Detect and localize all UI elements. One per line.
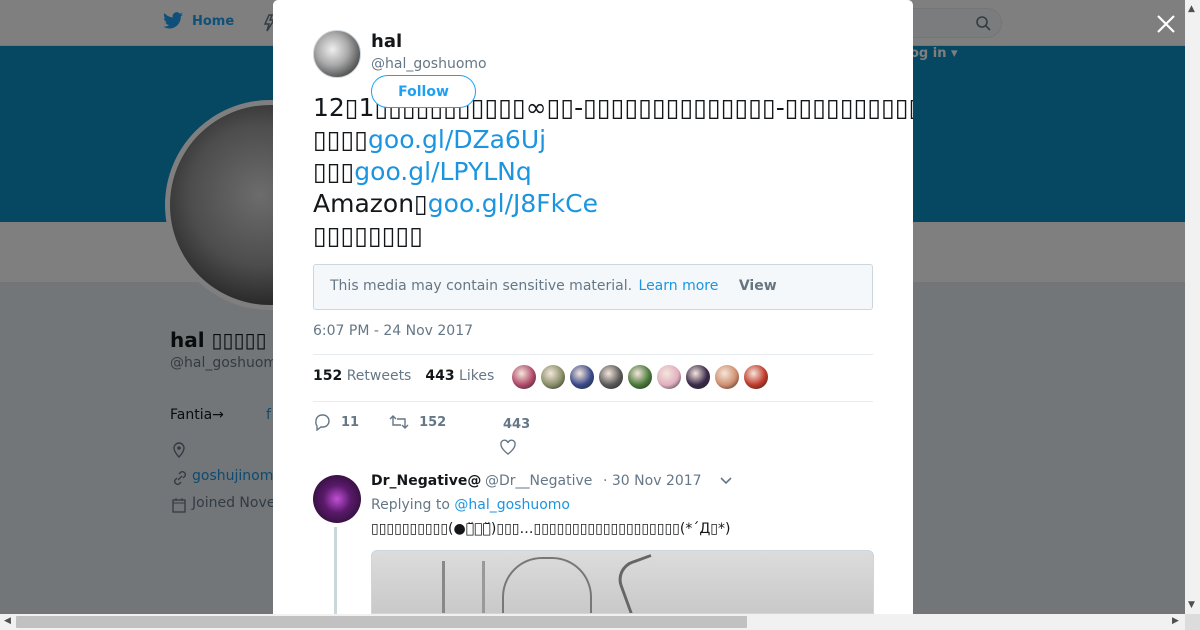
reply-icon (315, 414, 330, 431)
chevron-down-icon[interactable] (719, 476, 733, 486)
tweet-stats: 152 Retweets 443 Likes (313, 368, 494, 384)
scroll-down-arrow-icon[interactable]: ▼ (1188, 600, 1195, 610)
tweet-text: 12▯1▯▯▯▯▯▯▯▯▯▯▯∞▯▯-▯▯▯▯▯▯▯▯▯▯▯▯▯▯-▯▯▯▯▯▯… (313, 92, 913, 252)
reply-date[interactable]: · 30 Nov 2017 (603, 473, 702, 489)
liker-avatar[interactable] (743, 364, 769, 390)
tweet-actions: 11 152 (313, 413, 476, 431)
replying-prefix: Replying to (371, 497, 450, 513)
horizontal-scroll-thumb[interactable] (16, 616, 747, 628)
divider (313, 401, 873, 402)
sensitive-message: This media may contain sensitive materia… (330, 278, 633, 294)
sensitive-media-notice: This media may contain sensitive materia… (313, 264, 873, 310)
retweet-icon (389, 415, 409, 429)
liker-avatar[interactable] (540, 364, 566, 390)
retweets-stat[interactable]: 152 Retweets (313, 368, 411, 384)
retweet-action[interactable]: 152 (389, 413, 446, 431)
likes-label: Likes (459, 368, 495, 384)
scroll-up-arrow-icon[interactable]: ▲ (1188, 4, 1195, 14)
reply-action[interactable]: 11 (313, 413, 359, 431)
retweets-label: Retweets (346, 368, 412, 384)
tweet-line-2: ▯▯▯▯goo.gl/DZa6Uj (313, 124, 913, 156)
tweet-timestamp[interactable]: 6:07 PM - 24 Nov 2017 (313, 323, 473, 339)
reply-author-avatar[interactable] (313, 475, 361, 523)
tweet-modal: hal @hal_goshuomo 12▯1▯▯▯▯▯▯▯▯▯▯▯∞▯▯-▯▯▯… (273, 0, 913, 614)
scroll-right-arrow-icon[interactable]: ▶ (1172, 616, 1179, 626)
tweet-link-1[interactable]: goo.gl/DZa6Uj (368, 125, 546, 154)
close-icon[interactable] (1153, 11, 1179, 37)
tweet-line-5: ▯▯▯▯▯▯▯▯ (313, 221, 424, 250)
follow-button[interactable]: Follow (371, 75, 476, 108)
liker-avatar[interactable] (627, 364, 653, 390)
likes-count: 443 (425, 368, 455, 384)
scroll-left-arrow-icon[interactable]: ◀ (4, 616, 11, 626)
replying-to: Replying to @hal_goshuomo (371, 497, 570, 513)
author-avatar[interactable] (313, 30, 361, 78)
author-name[interactable]: hal (371, 31, 402, 52)
liker-avatar[interactable] (511, 364, 537, 390)
retweet-count: 152 (419, 414, 447, 430)
replying-to-link[interactable]: @hal_goshuomo (454, 497, 570, 513)
tweet-line-3: ▯▯▯goo.gl/LPYLNq (313, 156, 913, 188)
reply-count: 11 (341, 414, 360, 430)
horizontal-scrollbar[interactable]: ◀ ▶ (0, 614, 1200, 630)
reply-author-handle[interactable]: @Dr__Negative (485, 473, 592, 489)
liker-avatars (511, 364, 769, 390)
tweet-link-3[interactable]: goo.gl/J8FkCe (428, 189, 598, 218)
tweet-line-3-prefix: ▯▯▯ (313, 157, 355, 186)
reply-text: ▯▯▯▯▯▯▯▯▯▯(●･̆⍛･̆)▯▯▯…▯▯▯▯▯▯▯▯▯▯▯▯▯▯▯▯▯▯… (371, 521, 731, 537)
heart-icon[interactable] (499, 438, 517, 456)
liker-avatar[interactable] (714, 364, 740, 390)
liker-avatar[interactable] (656, 364, 682, 390)
retweets-count: 152 (313, 368, 343, 384)
tweet-line-4-prefix: Amazon▯ (313, 189, 428, 218)
author-handle[interactable]: @hal_goshuomo (371, 56, 487, 72)
learn-more-link[interactable]: Learn more (639, 278, 719, 294)
like-count: 443 (503, 417, 531, 432)
reply-author-name[interactable]: Dr_Negative@ (371, 473, 481, 489)
likes-stat[interactable]: 443 Likes (425, 368, 494, 384)
vertical-scrollbar[interactable]: ▲ ▼ (1185, 0, 1200, 614)
tweet-line-4: Amazon▯goo.gl/J8FkCe (313, 188, 913, 220)
liker-avatar[interactable] (569, 364, 595, 390)
liker-avatar[interactable] (598, 364, 624, 390)
tweet-line-2-prefix: ▯▯▯▯ (313, 125, 369, 154)
tweet-link-2[interactable]: goo.gl/LPYLNq (354, 157, 531, 186)
thread-line (334, 527, 337, 614)
divider (313, 354, 873, 355)
scrollbar-corner (1185, 614, 1200, 630)
view-media-button[interactable]: View (739, 278, 777, 294)
liker-avatar[interactable] (685, 364, 711, 390)
reply-media-image[interactable] (371, 550, 874, 614)
